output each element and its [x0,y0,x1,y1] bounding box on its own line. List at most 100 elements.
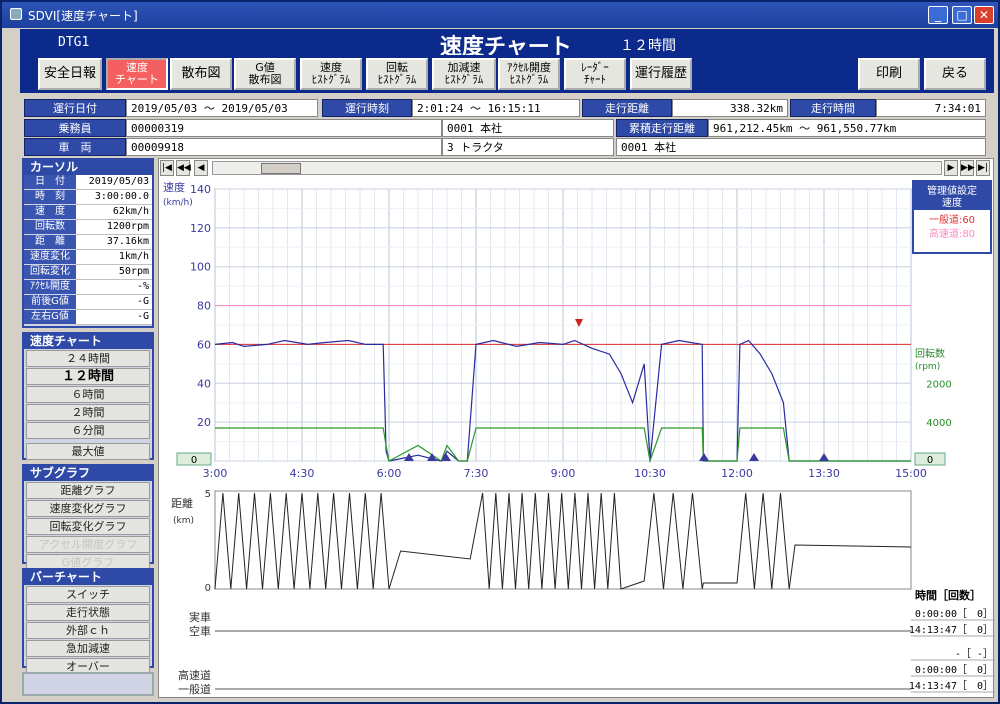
x-tick-label: 12:00 [721,467,753,480]
rpm-change-graph-button[interactable]: 回転変化グラフ [26,518,150,535]
switch-button[interactable]: スイッチ [26,586,150,603]
drive-time-label: 走行時間 [790,99,876,117]
cursor-row-value: 2019/05/03 [76,175,152,190]
speed-change-graph-button[interactable]: 速度変化グラフ [26,500,150,517]
print-button[interactable]: 印刷 [858,58,920,90]
total-distance-value: 961,212.45km 〜 961,550.77km [708,119,986,137]
throttle-graph-button[interactable]: アクセル開度グラフ [26,536,150,553]
window-title: SDVI[速度チャート] [28,9,138,23]
cursor-panel-title: カーソル [24,160,152,175]
x-tick-label: 6:00 [377,467,402,480]
tab-safety-report[interactable]: 安全日報 [38,58,102,90]
cursor-row-label: ｱｸｾﾙ開度 [24,280,76,295]
scroll-forward-button[interactable]: ▶ [944,160,958,176]
time-panel-row: 0:00:00［ 0］ [915,664,993,676]
maximize-button[interactable]: □ [952,6,972,24]
cursor-row-label: 距 離 [24,235,76,250]
minimize-button[interactable]: _ [928,6,948,24]
external-ch-button[interactable]: 外部ｃｈ [26,622,150,639]
chart-area: 20 40 60 80 100 120 140 速度 (km/h) 3:00 4:30 6:00 7:3… [158,158,995,699]
cursor-row-value: 3:00:00.0 [76,190,152,205]
max-value-button[interactable]: 最大値 [26,443,150,460]
highway-limit: 高速道:80 [929,227,975,240]
y-tick-label: 40 [197,377,211,390]
cursor-row: 距 離 37.16km [24,235,152,250]
tab-driving-history[interactable]: 運行履歴 [630,58,692,90]
distance-value: 338.32km [672,99,788,117]
cursor-row-value: -G [76,295,152,310]
operation-time-label: 運行時刻 [322,99,412,117]
y-tick-label: 80 [197,300,211,313]
tab-speed-histogram[interactable]: 速度 ﾋｽﾄｸﾞﾗﾑ [300,58,362,90]
x-tick-label: 7:30 [464,467,489,480]
y2-tick-label: 2000 [926,379,951,390]
scroll-last-button[interactable]: ▶| [976,160,990,176]
back-button[interactable]: 戻る [924,58,986,90]
scroll-first-button[interactable]: |◀ [160,160,174,176]
x-tick-label: 10:30 [634,467,666,480]
general-road-limit: 一般道:60 [929,213,975,226]
app-icon [10,8,22,20]
bar-label-loaded: 実車 [189,610,211,624]
toolbar: 安全日報 速度 チャート 散布図 G値 散布図 速度 ﾋｽﾄｸﾞﾗﾑ 回転 ﾋｽ… [20,55,994,93]
time-panel-title: 時間［回数］ [915,588,981,602]
bar-chart-menu-title: バーチャート [24,570,152,585]
cursor-row-value: 37.16km [76,235,152,250]
range-6h-button[interactable]: ６時間 [26,386,150,403]
time-panel-row: 0:00:00［ 0］ [915,608,993,620]
cursor-row: 左右G値 -G [24,310,152,325]
operation-time-value: 2:01:24 〜 16:15:11 [412,99,580,117]
cursor-row: 速度変化 1km/h [24,250,152,265]
distance-graph-button[interactable]: 距離グラフ [26,482,150,499]
title-bar[interactable]: SDVI[速度チャート] _ □ ✕ [2,2,998,28]
vehicle-value: 00009918 [126,138,442,156]
y-tick-label: 60 [197,338,211,351]
sudden-accel-button[interactable]: 急加減速 [26,640,150,657]
cursor-row: 回転数 1200rpm [24,220,152,235]
tab-speed-chart[interactable]: 速度 チャート [106,58,168,90]
driving-state-button[interactable]: 走行状態 [26,604,150,621]
cursor-row: 時 刻 3:00:00.0 [24,190,152,205]
range-2h-button[interactable]: ２時間 [26,404,150,421]
drive-time-value: 7:34:01 [876,99,986,117]
vehicle-office-value: 0001 本社 [616,138,986,156]
cursor-row-label: 時 刻 [24,190,76,205]
speed-chart-menu-title: 速度チャート [24,334,152,349]
y-tick-label: 100 [190,261,211,274]
scroll-fast-back-button[interactable]: ◀◀ [176,160,191,176]
scrollbar-thumb[interactable] [261,163,301,174]
y-axis-unit: (km/h) [163,198,193,208]
page-subtitle: １２時間 [620,38,676,54]
scroll-back-button[interactable]: ◀ [194,160,208,176]
cursor-row-label: 回転数 [24,220,76,235]
cursor-panel: カーソル 日 付 2019/05/03 時 刻 3:00:00.0 速 度 62km/h 回… [22,158,154,328]
tab-rpm-histogram[interactable]: 回転 ﾋｽﾄｸﾞﾗﾑ [366,58,428,90]
distance-tick-label: 5 [205,489,211,500]
speed-chart-svg[interactable]: 20 40 60 80 100 120 140 速度 (km/h) 3:00 4:30 6:00 7:3… [159,159,995,699]
range-6min-button[interactable]: ６分間 [26,422,150,439]
time-scrollbar[interactable] [212,161,942,175]
x-tick-label: 15:00 [895,467,927,480]
limit-settings-title: 管理値設定 [927,184,977,197]
cursor-row-label: 前後G値 [24,295,76,310]
tab-accel-histogram[interactable]: 加減速 ﾋｽﾄｸﾞﾗﾑ [432,58,496,90]
range-12h-button[interactable]: １２時間 [26,368,150,385]
tab-throttle-histogram[interactable]: ｱｸｾﾙ開度 ﾋｽﾄｸﾞﾗﾑ [498,58,560,90]
tab-radar-chart[interactable]: ﾚｰﾀﾞｰ ﾁｬｰﾄ [564,58,626,90]
y2-axis-unit: (rpm) [915,362,940,372]
y-tick-label: 20 [197,416,211,429]
x-tick-label: 3:00 [203,467,228,480]
close-button[interactable]: ✕ [974,6,994,24]
tab-g-scatter[interactable]: G値 散布図 [234,58,296,90]
range-24h-button[interactable]: ２４時間 [26,350,150,367]
scroll-fast-forward-button[interactable]: ▶▶ [960,160,975,176]
tab-scatter[interactable]: 散布図 [170,58,232,90]
cursor-row-value: 50rpm [76,265,152,280]
vehicle-type-value: 3 トラクタ [442,138,614,156]
app-window: SDVI[速度チャート] _ □ ✕ DTG1 速度チャート １２時間 安全日報… [0,0,1000,704]
cursor-row-label: 日 付 [24,175,76,190]
operation-date-value: 2019/05/03 〜 2019/05/03 [126,99,318,117]
cursor-row: 前後G値 -G [24,295,152,310]
total-distance-label: 累積走行距離 [616,119,708,137]
distance-label: 走行距離 [582,99,672,117]
